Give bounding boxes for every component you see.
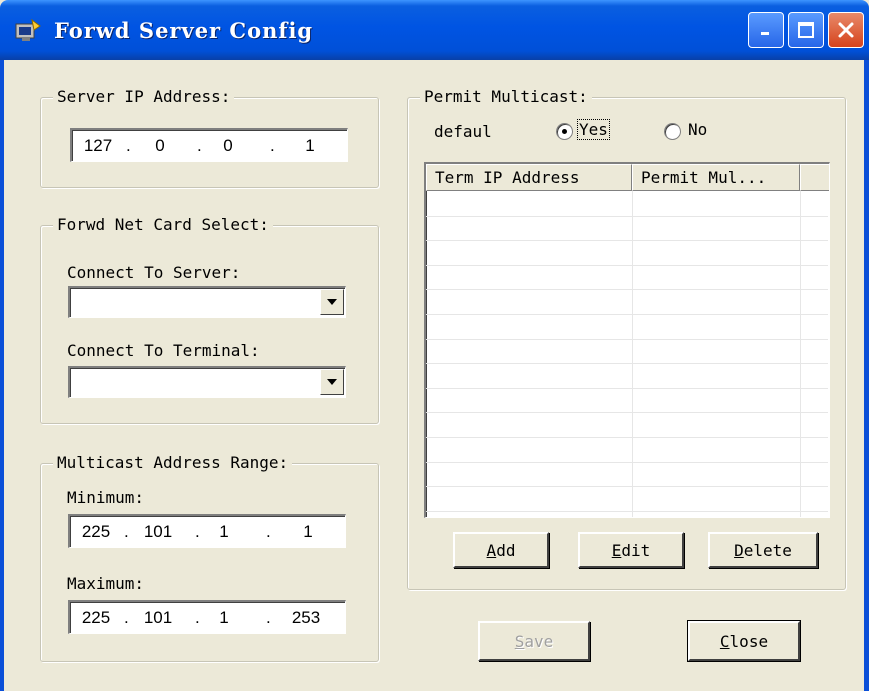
- save-mnemonic: S: [514, 631, 525, 651]
- close-mnemonic: C: [719, 631, 730, 651]
- add-mnemonic: A: [486, 540, 497, 560]
- dialog-client-area: Server IP Address: 127 . 0 . 0 . 1 Forwd…: [4, 60, 864, 691]
- yes-radio-label[interactable]: Yes: [577, 119, 610, 140]
- ip-dot: .: [124, 522, 129, 541]
- ip-dot: .: [266, 522, 271, 541]
- net-card-group-title: Forwd Net Card Select:: [53, 215, 273, 234]
- ip-octet-1: 225: [81, 608, 111, 627]
- save-label: ave: [524, 631, 554, 651]
- connect-to-terminal-select[interactable]: [68, 366, 346, 398]
- edit-mnemonic: E: [611, 540, 622, 560]
- ip-dot: .: [126, 136, 131, 155]
- add-button[interactable]: Add: [453, 532, 549, 568]
- list-grid-line: [426, 486, 828, 487]
- list-grid-line: [426, 462, 828, 463]
- ip-dot: .: [124, 608, 129, 627]
- list-grid-line: [426, 265, 828, 266]
- list-grid-line: [426, 289, 828, 290]
- forwd-server-config-window: Forwd Server Config Server IP Address: 1…: [0, 0, 869, 691]
- no-radio[interactable]: [664, 123, 681, 140]
- minimize-icon: [749, 13, 783, 47]
- app-icon: [15, 18, 41, 41]
- maximize-button[interactable]: [788, 12, 824, 48]
- list-grid-line: [426, 240, 828, 241]
- minimum-ip-input[interactable]: 225 . 101 . 1 . 1: [68, 514, 346, 548]
- default-label: defaul: [434, 122, 492, 141]
- ip-octet-4: 1: [305, 136, 315, 155]
- ip-dot: .: [266, 608, 271, 627]
- edit-button[interactable]: Edit: [578, 532, 684, 568]
- close-button[interactable]: Close: [687, 620, 801, 662]
- server-ip-input[interactable]: 127 . 0 . 0 . 1: [70, 128, 348, 162]
- connect-to-server-select[interactable]: [68, 286, 346, 318]
- edit-label: dit: [621, 540, 651, 560]
- title-bar[interactable]: Forwd Server Config: [0, 0, 869, 60]
- server-ip-group: Server IP Address: 127 . 0 . 0 . 1: [40, 87, 379, 188]
- permit-multicast-group-title: Permit Multicast:: [420, 87, 592, 106]
- list-grid-line: [426, 388, 828, 389]
- ip-octet-1: 225: [81, 522, 111, 541]
- window-title: Forwd Server Config: [54, 18, 314, 43]
- net-card-group: Forwd Net Card Select: Connect To Server…: [40, 215, 379, 424]
- maximum-ip-input[interactable]: 225 . 101 . 1 . 253: [68, 600, 346, 634]
- ip-octet-3: 1: [219, 522, 229, 541]
- ip-octet-1: 127: [83, 136, 113, 155]
- ip-octet-3: 1: [219, 608, 229, 627]
- list-grid-line: [426, 437, 828, 438]
- ip-octet-3: 0: [223, 136, 233, 155]
- yes-radio[interactable]: [556, 123, 573, 140]
- ip-dot: .: [195, 608, 200, 627]
- ip-dot: .: [195, 522, 200, 541]
- no-radio-label[interactable]: No: [688, 120, 707, 139]
- delete-label: elete: [743, 540, 792, 560]
- delete-button[interactable]: Delete: [708, 532, 818, 568]
- multicast-range-group: Multicast Address Range: Minimum: 225 . …: [40, 453, 379, 662]
- permit-multicast-group: Permit Multicast: defaul Yes No Term IP …: [407, 87, 846, 590]
- column-header-filler: [800, 164, 829, 191]
- close-icon: [829, 13, 863, 47]
- column-header-term-ip[interactable]: Term IP Address: [426, 164, 632, 191]
- add-label: dd: [496, 540, 516, 560]
- maximize-icon: [789, 13, 823, 47]
- save-button[interactable]: Save: [478, 621, 590, 661]
- list-grid-line: [426, 216, 828, 217]
- ip-dot: .: [197, 136, 202, 155]
- connect-to-terminal-label: Connect To Terminal:: [67, 341, 260, 360]
- ip-dot: .: [270, 136, 275, 155]
- list-grid-line: [426, 412, 828, 413]
- close-label: lose: [729, 631, 769, 651]
- list-grid-line: [426, 314, 828, 315]
- chevron-down-icon[interactable]: [320, 369, 344, 395]
- chevron-down-icon[interactable]: [320, 289, 344, 315]
- ip-octet-2: 101: [143, 608, 173, 627]
- connect-to-server-label: Connect To Server:: [67, 263, 241, 282]
- column-header-permit-multicast[interactable]: Permit Mul...: [632, 164, 800, 191]
- list-grid-line: [426, 339, 828, 340]
- list-grid-line: [426, 363, 828, 364]
- ip-octet-2: 101: [143, 522, 173, 541]
- ip-octet-4: 1: [303, 522, 313, 541]
- term-ip-list[interactable]: Term IP Address Permit Mul...: [424, 162, 830, 518]
- delete-mnemonic: D: [734, 540, 744, 560]
- minimum-label: Minimum:: [67, 488, 145, 507]
- ip-octet-4: 253: [291, 608, 321, 627]
- radio-selected-dot: [562, 129, 567, 134]
- window-frame-right: [864, 60, 869, 691]
- server-ip-group-title: Server IP Address:: [53, 87, 235, 106]
- maximum-label: Maximum:: [67, 574, 145, 593]
- ip-octet-2: 0: [155, 136, 165, 155]
- close-window-button[interactable]: [828, 12, 864, 48]
- minimize-button[interactable]: [748, 12, 784, 48]
- list-grid-line: [426, 511, 828, 512]
- multicast-range-group-title: Multicast Address Range:: [53, 453, 293, 472]
